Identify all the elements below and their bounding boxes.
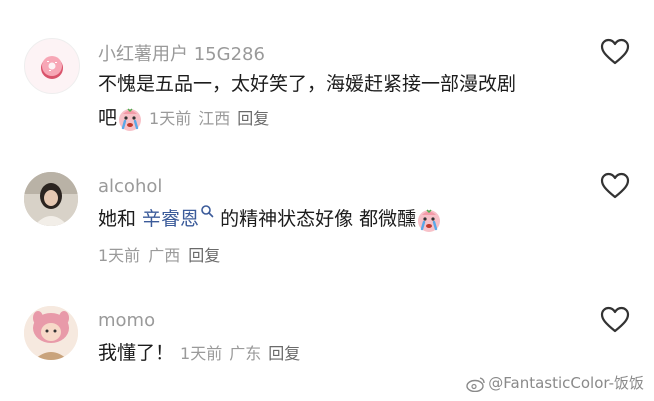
comment-meta: 1天前 广西 回复 bbox=[98, 242, 228, 266]
search-icon[interactable] bbox=[200, 204, 214, 218]
comment-meta: 1天前 江西 回复 bbox=[149, 109, 276, 128]
comment-item: alcohol 她和 辛睿恩 的精神状态好像 都微醺 1天前 广西 回复 bbox=[0, 160, 654, 290]
comment-location: 广东 bbox=[229, 344, 262, 363]
avatar-photo bbox=[24, 172, 78, 226]
comment-meta: 1天前 广东 回复 bbox=[180, 344, 307, 363]
comment-text-line: 吧 1天前 江西 回复 bbox=[98, 101, 516, 136]
crying-emoji-icon bbox=[119, 107, 142, 131]
avatar[interactable] bbox=[24, 306, 78, 360]
comment-time: 1天前 bbox=[149, 109, 192, 128]
avatar[interactable] bbox=[24, 172, 78, 226]
heart-icon[interactable] bbox=[600, 172, 630, 200]
watermark: @FantasticColor-饭饭 bbox=[466, 372, 644, 393]
comment-text-after: 的精神状态好像 都微醺 bbox=[214, 208, 417, 230]
comment-location: 江西 bbox=[198, 109, 231, 128]
comment-time: 1天前 bbox=[180, 344, 223, 363]
comment-text: 她和 辛睿恩 的精神状态好像 都微醺 bbox=[98, 202, 442, 236]
comment-time: 1天前 bbox=[98, 246, 141, 265]
avatar-cartoon bbox=[24, 306, 78, 360]
reply-button[interactable]: 回复 bbox=[188, 246, 220, 265]
comment-text-before: 她和 bbox=[98, 208, 143, 230]
comment-text: 我懂了！ 1天前 广东 回复 bbox=[98, 336, 307, 371]
mention-link[interactable]: 辛睿恩 bbox=[142, 208, 199, 230]
username[interactable]: alcohol bbox=[98, 176, 162, 197]
heart-icon[interactable] bbox=[600, 38, 630, 66]
watermark-text: @FantasticColor-饭饭 bbox=[488, 374, 644, 392]
username[interactable]: momo bbox=[98, 310, 155, 331]
donut-icon bbox=[25, 39, 79, 93]
crying-emoji-icon bbox=[418, 208, 441, 232]
heart-icon[interactable] bbox=[600, 306, 630, 334]
username[interactable]: 小红薯用户 15G286 bbox=[98, 40, 265, 66]
comment-location: 广西 bbox=[148, 246, 181, 265]
reply-button[interactable]: 回复 bbox=[268, 344, 300, 363]
weibo-icon bbox=[466, 376, 485, 392]
comment-text-content: 我懂了！ bbox=[98, 342, 175, 364]
comments-screen: { "comments": [ { "username": "小红薯用户 15G… bbox=[0, 0, 654, 401]
comment-text-line: 不愧是五品一，太好笑了，海媛赶紧接一部漫改剧 bbox=[98, 73, 517, 95]
comment-text: 不愧是五品一，太好笑了，海媛赶紧接一部漫改剧 吧 1天前 江西 回复 bbox=[98, 67, 516, 136]
reply-button[interactable]: 回复 bbox=[237, 109, 269, 128]
comment-text-tail: 吧 bbox=[98, 107, 118, 129]
avatar[interactable] bbox=[24, 38, 80, 94]
comment-item: 小红薯用户 15G286 不愧是五品一，太好笑了，海媛赶紧接一部漫改剧 吧 1天… bbox=[0, 0, 654, 160]
